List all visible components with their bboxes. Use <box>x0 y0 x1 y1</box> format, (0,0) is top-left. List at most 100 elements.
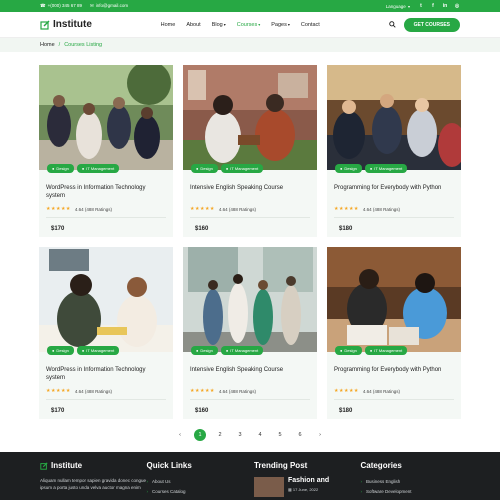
footer-heading: Quick Links <box>146 461 192 470</box>
pagination: ‹ 1 2 3 4 5 6 › <box>0 429 500 441</box>
footer-about: Institute Aliquam nullam tempor sapien g… <box>40 452 147 500</box>
tag-design[interactable]: ● Design <box>191 164 218 173</box>
mail-icon: ✉ <box>90 3 94 8</box>
site-logo[interactable]: Institute <box>40 19 92 30</box>
star-rating-icon: ★★★★★ <box>334 388 359 394</box>
tag-it-management[interactable]: ● IT Management <box>76 346 120 355</box>
course-price: $160 <box>195 408 209 414</box>
course-title[interactable]: WordPress in Information Technology syst… <box>46 366 166 382</box>
footer-link-about-us[interactable]: About Us <box>146 477 253 487</box>
page-3[interactable]: 3 <box>234 429 246 441</box>
course-tags: ● Design ● IT Management <box>191 164 264 173</box>
page-5[interactable]: 5 <box>274 429 286 441</box>
footer-heading: Trending Post <box>253 461 308 470</box>
trending-post-date: ▦ 17 June, 2022 <box>287 487 319 492</box>
course-image[interactable] <box>39 247 173 352</box>
nav-item-courses[interactable]: Courses▾ <box>237 22 261 28</box>
course-image[interactable] <box>39 65 173 170</box>
course-title[interactable]: Intensive English Speaking Course <box>190 366 310 382</box>
course-card[interactable]: ● Design ● IT Management WordPress in In… <box>39 247 173 419</box>
course-image[interactable] <box>327 247 461 352</box>
course-image[interactable] <box>183 65 317 170</box>
course-tags: ● Design ● IT Management <box>335 164 408 173</box>
page-2[interactable]: 2 <box>214 429 226 441</box>
course-card[interactable]: ● Design ● IT Management Intensive Engli… <box>183 65 317 237</box>
footer-logo[interactable]: Institute <box>40 461 147 470</box>
breadcrumb-separator: / <box>58 42 61 48</box>
nav-item-about[interactable]: About <box>186 22 200 28</box>
course-card[interactable]: ● Design ● IT Management WordPress in In… <box>39 65 173 237</box>
course-tags: ● Design ● IT Management <box>335 346 408 355</box>
main-navbar: Institute Home About Blog▾ Courses▾ Page… <box>0 12 500 38</box>
phone-icon: ☎ <box>40 3 46 8</box>
course-image[interactable] <box>327 65 461 170</box>
pencil-square-icon <box>40 461 48 470</box>
tag-it-management[interactable]: ● IT Management <box>220 164 264 173</box>
trending-post[interactable]: Fashion and ▦ 17 June, 2022 <box>253 477 361 497</box>
breadcrumb-home[interactable]: Home <box>40 42 55 48</box>
footer-link-courses-catalog[interactable]: Courses Catalog <box>146 487 253 497</box>
breadcrumb: Home / Courses Listing <box>0 38 500 52</box>
footer: Institute Aliquam nullam tempor sapien g… <box>0 452 500 500</box>
tag-it-management[interactable]: ● IT Management <box>76 164 120 173</box>
chevron-down-icon: ▾ <box>223 21 226 27</box>
course-card[interactable]: ● Design ● IT Management Intensive Engli… <box>183 247 317 419</box>
page-1[interactable]: 1 <box>194 429 206 441</box>
prev-page-button[interactable]: ‹ <box>174 429 186 441</box>
course-tags: ● Design ● IT Management <box>47 164 120 173</box>
course-tags: ● Design ● IT Management <box>191 346 264 355</box>
course-title[interactable]: Programming for Everybody with Python <box>334 366 454 382</box>
footer-categories: Categories Business English Software Dev… <box>360 452 460 500</box>
star-rating-icon: ★★★★★ <box>190 206 215 212</box>
email-contact[interactable]: ✉ info@gmail.com <box>90 3 128 9</box>
course-price: $160 <box>195 226 209 232</box>
tag-it-management[interactable]: ● IT Management <box>364 346 408 355</box>
course-rating: ★★★★★ 4.64 (488 Ratings) <box>46 388 166 400</box>
course-title[interactable]: Programming for Everybody with Python <box>334 184 454 200</box>
language-selector[interactable]: Language ▾ <box>386 4 410 9</box>
trending-post-title[interactable]: Fashion and <box>288 477 329 484</box>
chevron-down-icon: ▾ <box>407 3 410 9</box>
nav-item-pages[interactable]: Pages▾ <box>271 22 290 28</box>
course-title[interactable]: WordPress in Information Technology syst… <box>46 184 166 200</box>
tag-it-management[interactable]: ● IT Management <box>220 346 264 355</box>
nav-item-home[interactable]: Home <box>161 22 176 28</box>
footer-category-business-english[interactable]: Business English <box>360 477 460 487</box>
footer-category-software-development[interactable]: Software Development <box>360 487 460 497</box>
tag-design[interactable]: ● Design <box>47 346 74 355</box>
course-image[interactable] <box>183 247 317 352</box>
star-rating-icon: ★★★★★ <box>190 388 215 394</box>
tag-design[interactable]: ● Design <box>335 346 362 355</box>
course-title[interactable]: Intensive English Speaking Course <box>190 184 310 200</box>
get-courses-button[interactable]: GET COURSES <box>403 17 460 32</box>
nav-item-contact[interactable]: Contact <box>301 22 320 28</box>
tag-design[interactable]: ● Design <box>47 164 74 173</box>
course-price: $170 <box>51 408 65 414</box>
chevron-down-icon: ▾ <box>287 21 290 27</box>
course-rating: ★★★★★ 4.64 (488 Ratings) <box>46 206 166 218</box>
star-rating-icon: ★★★★★ <box>334 206 359 212</box>
trending-post-image[interactable] <box>253 477 284 497</box>
phone-contact[interactable]: ☎ +(000) 345 67 89 <box>40 3 82 9</box>
linkedin-icon[interactable]: in <box>442 3 448 9</box>
course-price: $180 <box>339 226 353 232</box>
search-icon[interactable] <box>388 21 396 28</box>
page-6[interactable]: 6 <box>294 429 306 441</box>
star-rating-icon: ★★★★★ <box>46 206 71 212</box>
course-grid: ● Design ● IT Management WordPress in In… <box>39 65 461 419</box>
twitter-icon[interactable]: t <box>418 3 424 9</box>
tag-design[interactable]: ● Design <box>191 346 218 355</box>
tag-it-management[interactable]: ● IT Management <box>364 164 408 173</box>
page-4[interactable]: 4 <box>254 429 266 441</box>
course-rating: ★★★★★ 4.64 (488 Ratings) <box>334 388 454 400</box>
facebook-icon[interactable]: f <box>430 3 436 9</box>
course-price: $180 <box>339 408 353 414</box>
nav-item-blog[interactable]: Blog▾ <box>212 22 226 28</box>
top-bar: ☎ +(000) 345 67 89 ✉ info@gmail.com Langua… <box>0 0 500 12</box>
course-card[interactable]: ● Design ● IT Management Programming for… <box>327 65 461 237</box>
next-page-button[interactable]: › <box>314 429 326 441</box>
course-price: $170 <box>51 226 65 232</box>
tag-design[interactable]: ● Design <box>335 164 362 173</box>
instagram-icon[interactable]: ◎ <box>454 3 460 9</box>
course-card[interactable]: ● Design ● IT Management Programming for… <box>327 247 461 419</box>
